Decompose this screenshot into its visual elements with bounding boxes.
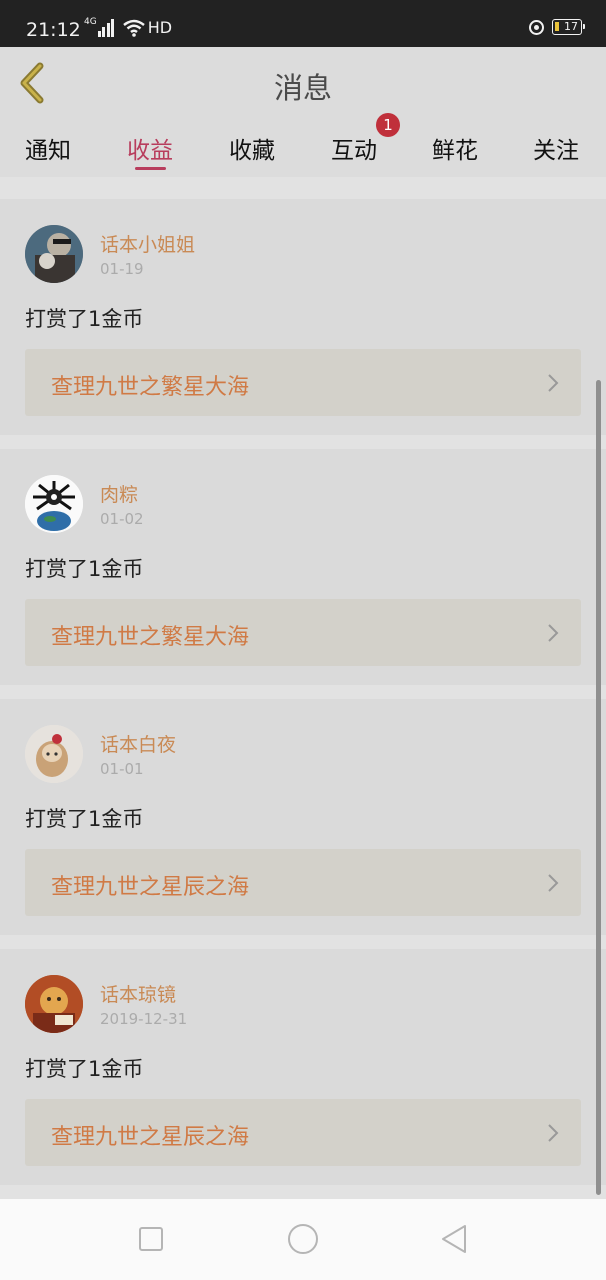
post-date: 01-02 [100, 510, 144, 528]
post-date: 01-19 [100, 260, 144, 278]
chevron-right-icon [548, 624, 559, 642]
status-right: 17 [529, 19, 585, 35]
wifi-icon [122, 19, 145, 37]
tab-following[interactable]: 关注 [533, 131, 579, 165]
message-feed: 话本小姐姐 01-19 打赏了1金币 查理九世之繁星大海 肉粽 01-02 打赏… [0, 177, 606, 1199]
story-title: 查理九世之繁星大海 [51, 625, 250, 650]
tab-flowers[interactable]: 鲜花 [432, 131, 478, 165]
chevron-right-icon [548, 374, 559, 392]
home-icon[interactable] [286, 1222, 320, 1256]
tab-interactions[interactable]: 互动 [331, 131, 377, 165]
story-title: 查理九世之星辰之海 [51, 1125, 250, 1150]
battery-level: 17 [564, 20, 578, 33]
avatar[interactable] [25, 975, 83, 1033]
scrollbar[interactable] [596, 380, 601, 1195]
story-title: 查理九世之繁星大海 [51, 375, 250, 400]
message-text: 打赏了1金币 [25, 807, 144, 831]
user-name[interactable]: 肉粽 [100, 480, 138, 507]
data-saver-icon [529, 19, 544, 35]
tab-favorites[interactable]: 收藏 [229, 131, 275, 165]
message-card: 话本小姐姐 01-19 打赏了1金币 查理九世之繁星大海 [0, 199, 606, 435]
story-link[interactable]: 查理九世之星辰之海 [25, 849, 581, 916]
message-text: 打赏了1金币 [25, 557, 144, 581]
hd-label: HD [147, 18, 173, 37]
tab-indicator [135, 167, 166, 170]
header: 消息 [0, 47, 606, 119]
recent-apps-icon[interactable] [134, 1222, 168, 1256]
avatar[interactable] [25, 475, 83, 533]
user-name[interactable]: 话本白夜 [100, 730, 176, 757]
story-link[interactable]: 查理九世之星辰之海 [25, 1099, 581, 1166]
message-card: 话本琼镜 2019-12-31 打赏了1金币 查理九世之星辰之海 [0, 949, 606, 1185]
message-card: 话本白夜 01-01 打赏了1金币 查理九世之星辰之海 [0, 699, 606, 935]
chevron-right-icon [548, 874, 559, 892]
message-text: 打赏了1金币 [25, 307, 144, 331]
network-type: 4G [84, 16, 97, 27]
signal-icon [97, 18, 116, 37]
avatar[interactable] [25, 725, 83, 783]
tab-bar: 通知 收益 收藏 互动 鲜花 关注 [0, 119, 606, 177]
user-name[interactable]: 话本琼镜 [100, 980, 176, 1007]
status-bar: 21:12 4G HD 17 [0, 0, 606, 47]
chevron-right-icon [548, 1124, 559, 1142]
story-link[interactable]: 查理九世之繁星大海 [25, 349, 581, 416]
message-text: 打赏了1金币 [25, 1057, 144, 1081]
system-nav-bar [0, 1199, 606, 1280]
status-time: 21:12 [26, 19, 81, 41]
page-title: 消息 [273, 71, 332, 105]
battery-icon: 17 [552, 19, 585, 35]
avatar[interactable] [25, 225, 83, 283]
story-title: 查理九世之星辰之海 [51, 875, 250, 900]
back-icon[interactable] [438, 1222, 472, 1256]
post-date: 2019-12-31 [100, 1010, 188, 1028]
post-date: 01-01 [100, 760, 144, 778]
tab-earnings[interactable]: 收益 [127, 131, 173, 165]
tab-notifications[interactable]: 通知 [25, 131, 71, 165]
unread-badge: 1 [376, 113, 400, 137]
message-card: 肉粽 01-02 打赏了1金币 查理九世之繁星大海 [0, 449, 606, 685]
status-icons: 4G HD [84, 16, 173, 38]
story-link[interactable]: 查理九世之繁星大海 [25, 599, 581, 666]
user-name[interactable]: 话本小姐姐 [100, 230, 195, 257]
